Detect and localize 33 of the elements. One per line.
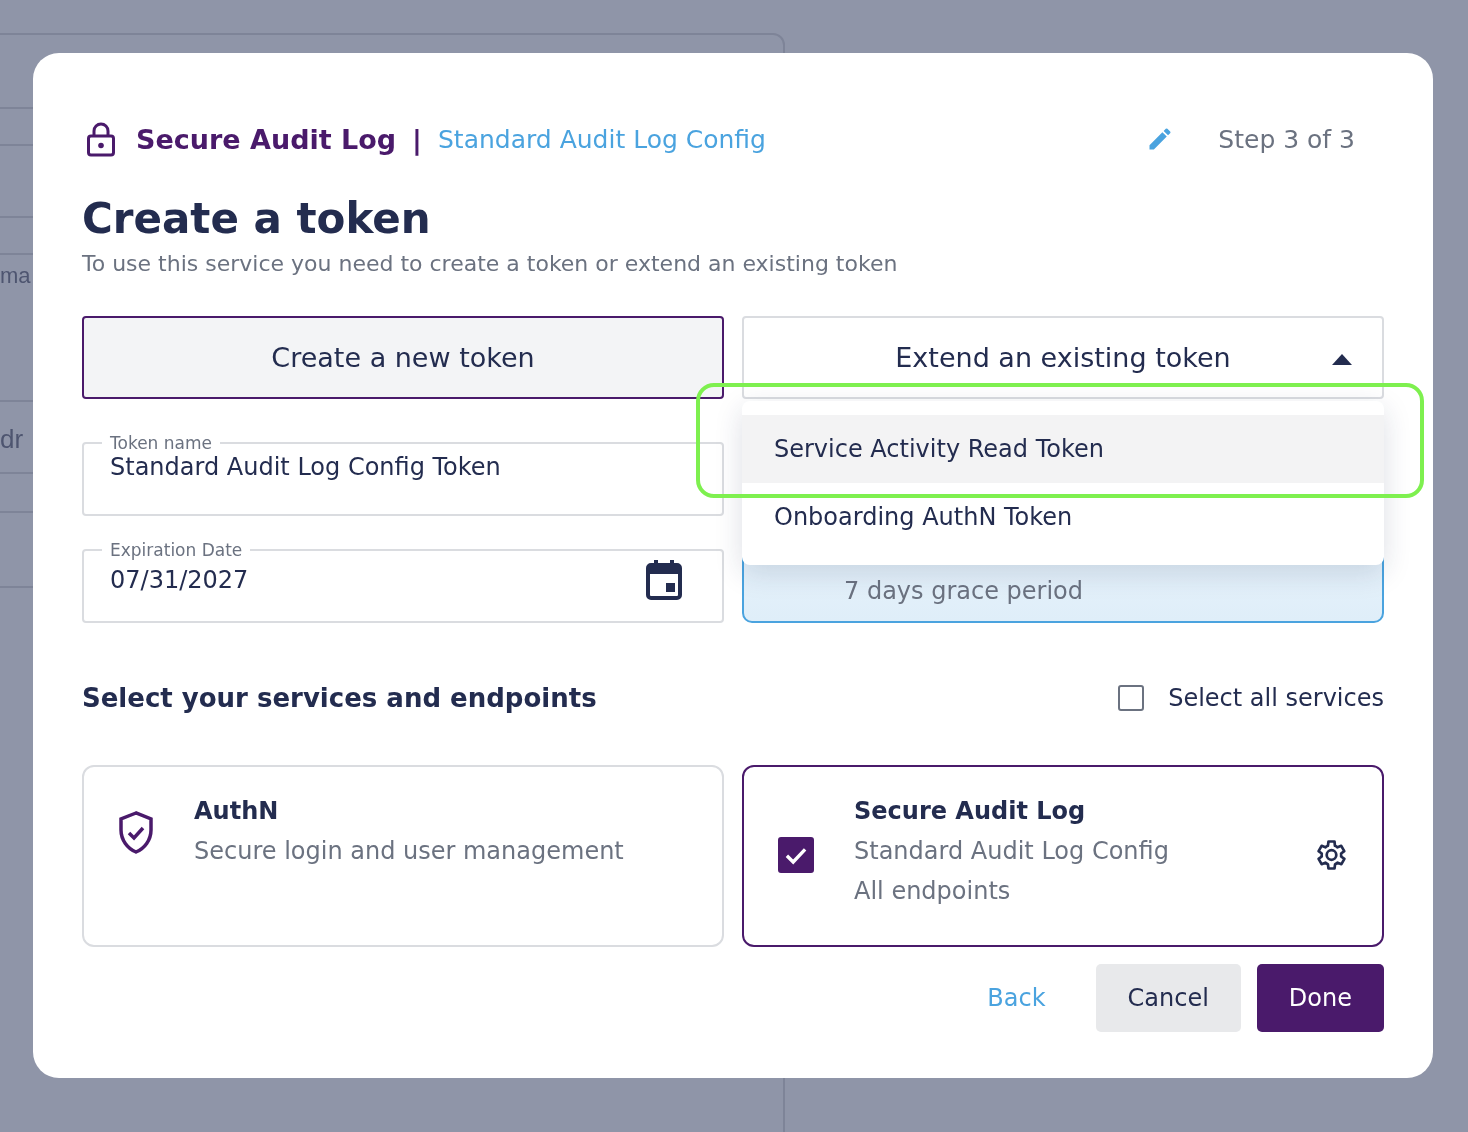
dropdown-option[interactable]: Onboarding AuthN Token [742, 483, 1384, 551]
service-description: All endpoints [854, 877, 1012, 905]
lock-icon [86, 121, 116, 157]
done-button[interactable]: Done [1256, 964, 1384, 1032]
service-name: AuthN [194, 797, 280, 825]
step-indicator: Step 3 of 3 [1218, 124, 1355, 154]
field-label: Token name [109, 433, 213, 453]
service-name: Secure Audit Log [136, 123, 397, 155]
service-name: Secure Audit Log [854, 797, 1087, 825]
background-text: ma [0, 263, 31, 289]
service-description: Secure login and user management [194, 837, 625, 865]
cancel-button[interactable]: Cancel [1095, 964, 1241, 1032]
checkbox-label[interactable]: Select all services [1168, 684, 1384, 712]
service-card[interactable]: AuthN Secure login and user management [82, 765, 724, 947]
section-heading: Select your services and endpoints [82, 683, 597, 713]
checkbox[interactable] [1118, 685, 1145, 711]
info-text: 7 days grace period [844, 577, 1084, 605]
dropdown-option[interactable]: Service Activity Read Token [742, 415, 1384, 483]
mode-tab[interactable]: Create a new token [82, 316, 724, 399]
separator: | [412, 123, 422, 155]
field-label: Expiration Date [109, 540, 244, 560]
service-description: Standard Audit Log Config [854, 837, 1170, 865]
caret-icon [1332, 353, 1352, 365]
checkbox[interactable] [778, 837, 814, 873]
input-field[interactable]: Token name Standard Audit Log Config Token [82, 433, 724, 516]
service-card[interactable]: Secure Audit Log Standard Audit Log Config All endpoints [742, 765, 1384, 947]
dialog-title: Create a token [82, 193, 432, 245]
dialog-subtitle: To use this service you need to create a token or extend an existing token [82, 251, 899, 276]
token-dropdown[interactable]: Extend an existing token [742, 316, 1384, 399]
background-text: dr [0, 424, 24, 455]
date-field[interactable]: Expiration Date 07/31/2027 [82, 540, 724, 623]
config-name: Standard Audit Log Config [438, 124, 766, 154]
calendar-icon[interactable] [646, 560, 682, 600]
